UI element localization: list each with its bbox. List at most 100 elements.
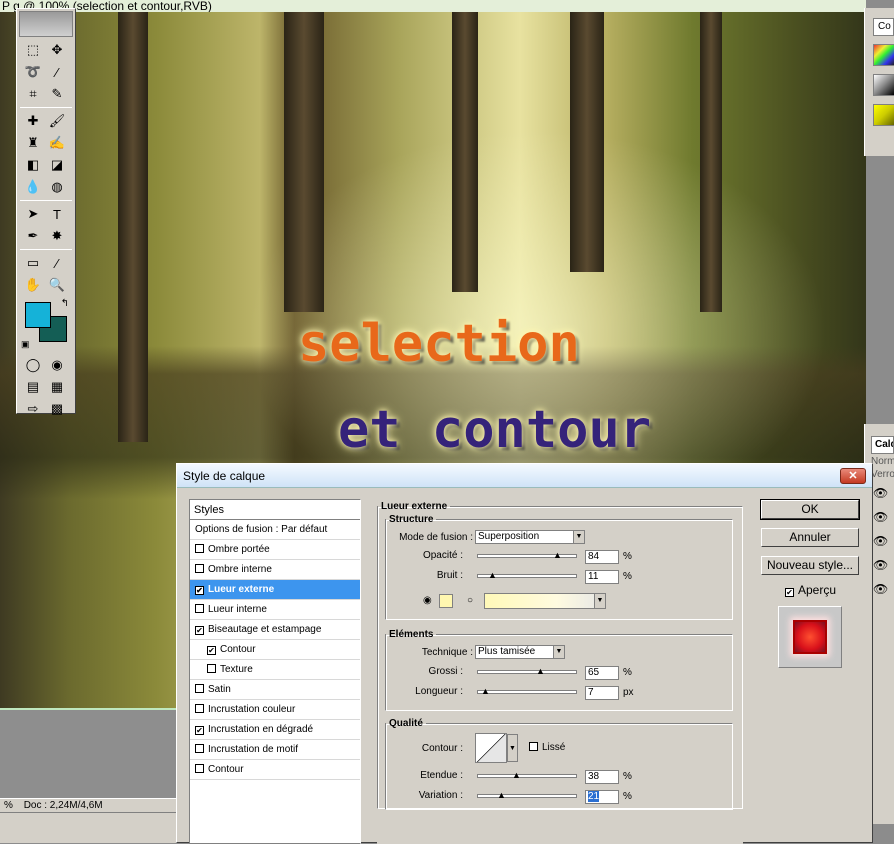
style-item[interactable]: Ombre interne [190,560,360,580]
layers-lock[interactable]: Verro [871,469,894,480]
notes-tool-icon[interactable]: ▭ [21,252,45,274]
style-item[interactable]: ✔ Biseautage et estampage [190,620,360,640]
eraser-tool-icon[interactable]: ◧ [21,154,45,176]
glow-color-swatch[interactable] [439,594,453,608]
color-spectrum-icon[interactable] [873,44,894,66]
layer-visibility-eye-icon[interactable]: 👁 [873,534,894,552]
pen-tool-icon[interactable]: ✒ [21,225,45,247]
foreground-color[interactable] [25,302,51,328]
glow-gradient-picker[interactable]: ▼ [484,593,606,609]
range-slider-thumb[interactable]: ▲ [512,771,521,780]
zoom-readout[interactable]: % [0,800,17,811]
sponge-tool-icon[interactable]: ◍ [45,176,69,198]
doc-size-readout[interactable]: Doc : 2,24M/4,6M [20,800,107,811]
ok-button[interactable]: OK [760,499,860,520]
style-item[interactable]: ✔ Lueur externe [190,580,360,600]
preview-box[interactable]: ✔ [785,588,794,597]
layer-visibility-eye-icon[interactable]: 👁 [873,582,894,600]
style-item[interactable]: Contour [190,760,360,780]
style-item[interactable]: Incrustation couleur [190,700,360,720]
style-item[interactable]: Options de fusion : Par défaut [190,520,360,540]
style-item[interactable]: Satin [190,680,360,700]
layer-visibility-eye-icon[interactable]: 👁 [873,510,894,528]
jitter-slider-thumb[interactable]: ▲ [497,791,506,800]
contour-picker[interactable]: ▼ [475,733,518,763]
noise-slider[interactable]: ▲ [477,571,577,580]
hand-tool-icon[interactable]: ✋ [21,274,45,296]
shape-tool-icon[interactable]: ✸ [45,225,69,247]
gradient-radio[interactable]: ○ [467,595,473,606]
swatch-yellow-icon[interactable] [873,104,894,126]
swatch-gray-icon[interactable] [873,74,894,96]
layer-visibility-eye-icon[interactable]: 👁 [873,486,894,504]
toolbox-header[interactable] [19,11,73,37]
quick-mask-mode-icon[interactable]: ◉ [45,354,69,376]
style-item[interactable]: ✔ Contour [190,640,360,660]
path-selection-tool-icon[interactable]: ➤ [21,203,45,225]
solid-color-radio[interactable]: ◉ [423,595,432,606]
slice-tool-icon[interactable]: ✎ [45,83,69,105]
style-item-checkbox[interactable] [195,704,204,713]
opacity-input[interactable]: 84 [585,550,619,564]
magic-wand-tool-icon[interactable]: ⁄ [45,61,69,83]
spread-slider[interactable]: ▲ [477,667,577,676]
blend-mode-select[interactable]: Superposition ▼ [475,530,585,544]
preview-checkbox[interactable]: ✔ Aperçu [785,583,836,597]
style-item[interactable]: ✔ Incrustation en dégradé [190,720,360,740]
close-icon[interactable]: ✕ [840,468,866,484]
spread-slider-thumb[interactable]: ▲ [536,667,545,676]
spread-input[interactable]: 65 [585,666,619,680]
zoom-tool-icon[interactable]: 🔍 [45,274,69,296]
jitter-input[interactable]: 21 [585,790,619,804]
jump-to-imageready-icon[interactable]: ⇨ [21,398,45,420]
style-item[interactable]: Lueur interne [190,600,360,620]
type-tool-icon[interactable]: T [45,203,69,225]
crop-tool-icon[interactable]: ⌗ [21,83,45,105]
noise-input[interactable]: 11 [585,570,619,584]
jitter-slider[interactable]: ▲ [477,791,577,800]
style-item-checkbox[interactable] [195,564,204,573]
move-tool-icon[interactable]: ✥ [45,39,69,61]
style-item-checkbox[interactable]: ✔ [195,586,204,595]
size-slider[interactable]: ▲ [477,687,577,696]
paint-bucket-tool-icon[interactable]: ◪ [45,154,69,176]
style-item[interactable]: Incrustation de motif [190,740,360,760]
blur-tool-icon[interactable]: 💧 [21,176,45,198]
size-input[interactable]: 7 [585,686,619,700]
antialias-checkbox[interactable]: Lissé [529,742,565,753]
clone-stamp-tool-icon[interactable]: ♜ [21,132,45,154]
screen-mode-fullscreen-icon[interactable]: ▩ [45,398,69,420]
style-item-checkbox[interactable] [195,744,204,753]
layers-panel-tab[interactable]: Calq [871,436,894,454]
new-style-button[interactable]: Nouveau style... [761,556,859,575]
screen-mode-full-icon[interactable]: ▦ [45,376,69,398]
style-item-checkbox[interactable]: ✔ [207,646,216,655]
style-item-checkbox[interactable] [195,604,204,613]
style-item-checkbox[interactable] [195,544,204,553]
eyedropper-tool-icon[interactable]: ⁄ [45,252,69,274]
default-colors-icon[interactable]: ▣ [21,339,30,350]
swap-colors-icon[interactable]: ↰ [61,298,69,309]
brush-tool-icon[interactable]: 🖌 [45,110,69,132]
standard-mode-icon[interactable]: ◯ [21,354,45,376]
dialog-title-bar[interactable]: Style de calque [177,464,872,488]
history-brush-tool-icon[interactable]: ✍ [45,132,69,154]
lasso-tool-icon[interactable]: ➰ [21,61,45,83]
style-item-checkbox[interactable] [195,684,204,693]
style-item-checkbox[interactable]: ✔ [195,626,204,635]
noise-slider-thumb[interactable]: ▲ [488,571,497,580]
layer-visibility-eye-icon[interactable]: 👁 [873,558,894,576]
style-item-checkbox[interactable]: ✔ [195,726,204,735]
screen-mode-standard-icon[interactable]: ▤ [21,376,45,398]
style-item[interactable]: Ombre portée [190,540,360,560]
cancel-button[interactable]: Annuler [761,528,859,547]
opacity-slider[interactable]: ▲ [477,551,577,560]
technique-select[interactable]: Plus tamisée ▼ [475,645,565,659]
size-slider-thumb[interactable]: ▲ [481,687,490,696]
layers-blend-mode[interactable]: Norm [871,456,894,467]
antialias-box[interactable] [529,742,538,751]
style-item[interactable]: Texture [190,660,360,680]
color-panel-tab[interactable]: Co [873,18,894,36]
style-item-checkbox[interactable] [195,764,204,773]
range-input[interactable]: 38 [585,770,619,784]
